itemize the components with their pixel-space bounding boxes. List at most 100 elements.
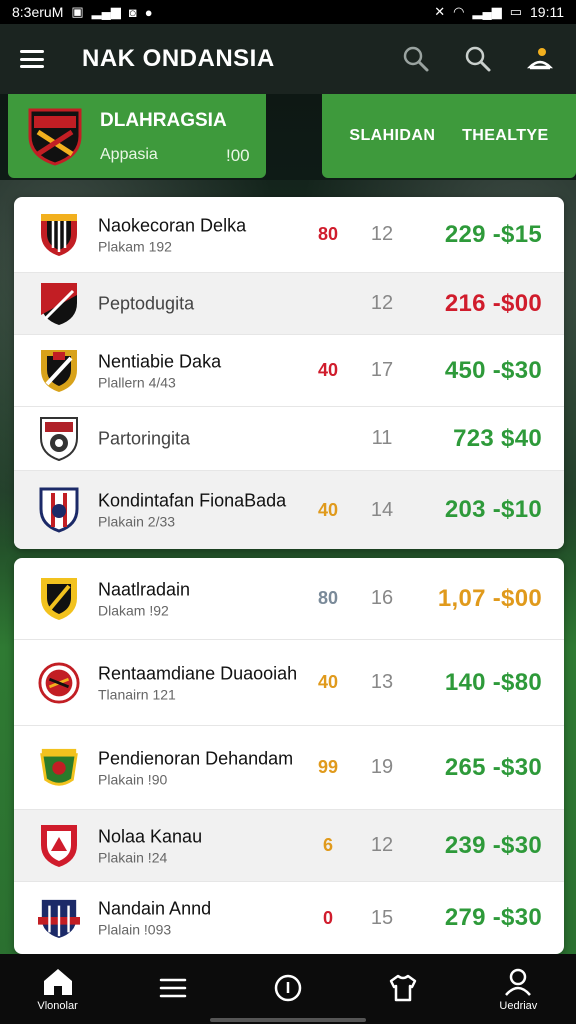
team-name-block: Kondintafan FionaBada Plakain 2/33: [98, 491, 286, 530]
team-score: 40: [317, 360, 339, 380]
team-games: 19: [370, 756, 394, 778]
tab-thealtye[interactable]: THEALTYE: [462, 127, 548, 145]
team-price: 450 -$30: [444, 356, 542, 384]
team-name-block: Nandain Annd Plalain !093: [98, 899, 211, 938]
team-name: Partoringita: [98, 428, 191, 448]
signal-icon: ▂▄▆: [91, 4, 121, 19]
shield-icon: ●: [144, 4, 153, 20]
team-name-block: Rentaamdiane Duaooiah Tlanairn 121: [98, 663, 297, 702]
status-time: 19:11: [530, 4, 564, 20]
team-name: Rentaamdiane Duaooiah: [98, 663, 298, 683]
team-price: 140 -$80: [444, 668, 542, 696]
team-score: 6: [322, 835, 333, 855]
table-row[interactable]: Pendienoran Dehandam Plakain !90 99 19 2…: [14, 726, 564, 810]
team-score: 80: [317, 224, 339, 244]
profile-icon[interactable]: [524, 43, 556, 75]
battery-icon: ▭: [509, 4, 522, 19]
list-icon: [159, 978, 187, 997]
tab-slahidan[interactable]: SLAHIDAN: [349, 127, 435, 145]
team-games: 12: [370, 223, 394, 245]
team-header-name: DLAHRAGSIA: [100, 110, 227, 131]
team-name: Nandain Annd: [98, 898, 212, 919]
team-price: 265 -$30: [444, 753, 542, 781]
team-sub: Plallern 4/43: [98, 374, 176, 390]
table-row[interactable]: Rentaamdiane Duaooiah Tlanairn 121 40 13…: [14, 640, 564, 726]
search-icon[interactable]: [462, 43, 494, 75]
team-games: 12: [370, 834, 394, 856]
team-sub: Plakam 192: [98, 238, 172, 254]
table-row[interactable]: Nandain Annd Plalain !093 0 15 279 -$30: [14, 882, 564, 954]
team-name: Nentiabie Daka: [98, 351, 222, 371]
team-price: 216 -$00: [444, 289, 542, 317]
app-actions: [400, 43, 556, 75]
team-crest-icon: [38, 894, 80, 942]
hamburger-menu-icon[interactable]: [20, 50, 44, 68]
team-name: Peptodugita: [98, 293, 195, 313]
status-left: 8:3eruM ▣ ▂▄▆ ◙ ●: [12, 4, 153, 20]
team-games: 17: [370, 359, 394, 381]
team-score: 40: [317, 672, 339, 692]
team-sub: Plakain !24: [98, 849, 168, 865]
standings-card-2: Naatlradain Dlakam !92 80 16 1,07 -$00 R…: [14, 558, 564, 954]
table-row[interactable]: Nolaa Kanau Plakain !24 6 12 239 -$30: [14, 810, 564, 882]
team-crest-icon: [38, 211, 80, 259]
nav-home[interactable]: Vlonolar: [18, 967, 98, 1012]
table-row[interactable]: Naokecoran Delka Plakam 192 80 12 229 -$…: [14, 197, 564, 273]
team-games: 13: [370, 671, 394, 693]
team-name-block: Peptodugita: [98, 293, 194, 314]
team-price: 1,07 -$00: [437, 584, 542, 612]
team-header-card[interactable]: DLAHRAGSIA Appasia !00: [8, 94, 266, 178]
team-score: 0: [322, 907, 333, 928]
header-tabs: SLAHIDAN THEALTYE: [322, 94, 576, 178]
team-crest-icon: [38, 486, 80, 534]
team-crest-icon: [38, 415, 80, 463]
cell-signal-icon: ▂▄▆: [472, 4, 502, 19]
nav-home-label: Vlonolar: [37, 999, 78, 1012]
standings-card-1: Naokecoran Delka Plakam 192 80 12 229 -$…: [14, 197, 564, 549]
team-name: Naatlradain: [98, 579, 191, 599]
team-score: 80: [317, 588, 339, 608]
team-sub: Dlakam !92: [98, 602, 169, 618]
nav-jersey[interactable]: [363, 973, 443, 1006]
team-name-block: Pendienoran Dehandam Plakain !90: [98, 748, 293, 787]
wifi-icon: ◠: [453, 4, 465, 19]
team-games: 12: [370, 292, 394, 314]
team-score: 99: [317, 757, 339, 777]
team-games: 16: [370, 587, 394, 609]
search-icon[interactable]: [400, 43, 432, 75]
team-price: 723 $40: [453, 424, 542, 452]
table-row[interactable]: Kondintafan FionaBada Plakain 2/33 40 14…: [14, 471, 564, 549]
team-header-number: !00: [226, 146, 250, 165]
mute-icon: ✕: [434, 4, 446, 19]
app-bar: NAK ONDANSIA: [0, 24, 576, 94]
team-name-block: Naokecoran Delka Plakam 192: [98, 215, 246, 254]
team-games: 14: [370, 498, 394, 521]
team-sub: Plakain !90: [98, 771, 168, 787]
team-name: Pendienoran Dehandam: [98, 748, 294, 768]
status-bar: 8:3eruM ▣ ▂▄▆ ◙ ● ✕ ◠ ▂▄▆ ▭ 19:11: [0, 0, 576, 24]
table-row[interactable]: Nentiabie Daka Plallern 4/43 40 17 450 -…: [14, 335, 564, 407]
info-icon: [274, 974, 302, 1001]
table-row[interactable]: Peptodugita 12 216 -$00: [14, 273, 564, 335]
notification-icon: ▣: [71, 4, 84, 19]
status-right: ✕ ◠ ▂▄▆ ▭ 19:11: [434, 4, 564, 20]
team-sub: Plalain !093: [98, 921, 172, 938]
nav-list[interactable]: [133, 974, 213, 1005]
team-crest-icon: [38, 659, 80, 707]
team-score: 40: [317, 499, 339, 520]
nav-profile[interactable]: Uedriav: [478, 967, 558, 1012]
team-games: 15: [370, 906, 394, 929]
team-name: Nolaa Kanau: [98, 826, 203, 846]
table-row[interactable]: Naatlradain Dlakam !92 80 16 1,07 -$00: [14, 558, 564, 640]
team-crest-icon: [38, 744, 80, 792]
team-games: 11: [371, 427, 393, 449]
app-title: NAK ONDANSIA: [82, 45, 275, 72]
team-header-sub: Appasia: [100, 146, 158, 163]
team-price: 279 -$30: [444, 904, 542, 931]
table-row[interactable]: Partoringita 11 723 $40: [14, 407, 564, 471]
team-crest-icon: [38, 575, 80, 623]
nav-info[interactable]: [248, 973, 328, 1006]
team-sub: Plakain 2/33: [98, 513, 176, 530]
team-name: Naokecoran Delka: [98, 215, 247, 235]
nav-profile-label: Uedriav: [499, 999, 538, 1012]
